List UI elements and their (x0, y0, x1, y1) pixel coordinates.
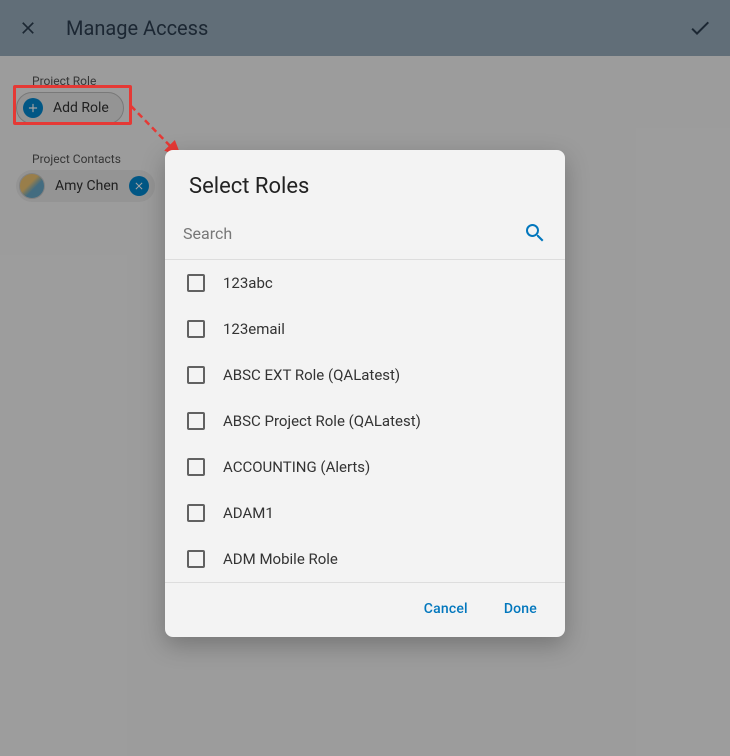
role-item[interactable]: ABSC EXT Role (QALatest) (165, 352, 565, 398)
select-roles-dialog: Select Roles 123abc 123email ABSC EXT Ro… (165, 150, 565, 637)
search-row (165, 211, 565, 260)
role-item[interactable]: ADAM1 (165, 490, 565, 536)
cancel-button[interactable]: Cancel (424, 601, 468, 617)
role-label: 123abc (223, 274, 273, 292)
checkbox-icon[interactable] (187, 366, 205, 384)
checkbox-icon[interactable] (187, 274, 205, 292)
dialog-title: Select Roles (165, 150, 565, 211)
role-item[interactable]: ABSC Project Role (QALatest) (165, 398, 565, 444)
checkbox-icon[interactable] (187, 320, 205, 338)
role-label: ADM Mobile Role (223, 550, 338, 568)
role-item[interactable]: 123abc (165, 260, 565, 306)
role-list: 123abc 123email ABSC EXT Role (QALatest)… (165, 260, 565, 582)
role-label: ABSC EXT Role (QALatest) (223, 366, 400, 384)
checkbox-icon[interactable] (187, 504, 205, 522)
checkbox-icon[interactable] (187, 412, 205, 430)
search-input[interactable] (183, 224, 523, 243)
search-icon[interactable] (523, 221, 547, 245)
app-root: Manage Access Project Role Add Role Proj… (0, 0, 730, 756)
checkbox-icon[interactable] (187, 550, 205, 568)
role-item[interactable]: ACCOUNTING (Alerts) (165, 444, 565, 490)
role-label: ADAM1 (223, 504, 274, 522)
role-label: ACCOUNTING (Alerts) (223, 458, 370, 476)
role-item[interactable]: ADM Mobile Role (165, 536, 565, 582)
role-label: 123email (223, 320, 285, 338)
done-button[interactable]: Done (504, 601, 537, 617)
checkbox-icon[interactable] (187, 458, 205, 476)
role-label: ABSC Project Role (QALatest) (223, 412, 421, 430)
role-item[interactable]: 123email (165, 306, 565, 352)
dialog-actions: Cancel Done (165, 582, 565, 637)
